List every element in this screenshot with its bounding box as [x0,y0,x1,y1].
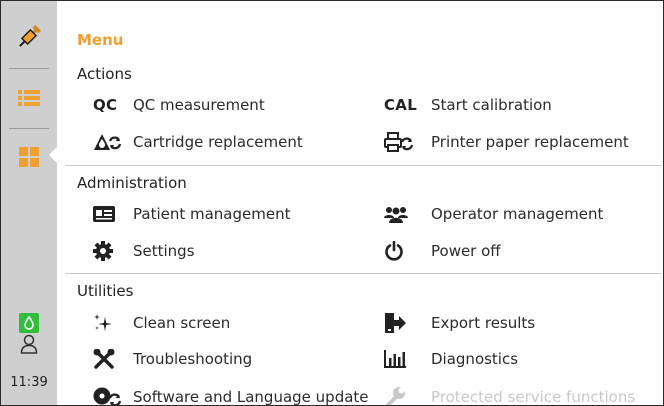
qc-measurement-button[interactable]: QC QC measurement [93,93,265,117]
sidebar-divider [9,68,49,69]
software-language-update-label: Software and Language update [133,388,369,406]
cal-icon: CAL [384,96,418,114]
users-icon [384,205,431,223]
protected-service-functions-label: Protected service functions [431,388,636,406]
start-calibration-button[interactable]: CAL Start calibration [384,93,552,117]
protected-service-functions-button: Protected service functions [384,385,636,406]
start-calibration-label: Start calibration [431,96,552,114]
operator-management-label: Operator management [431,205,604,223]
operator-management-button[interactable]: Operator management [384,202,603,226]
printer-replace-icon [384,132,431,152]
power-icon [384,241,431,261]
export-results-button[interactable]: Export results [384,311,535,335]
diagnostics-label: Diagnostics [431,350,519,368]
troubleshooting-label: Troubleshooting [133,350,253,368]
section-administration: Administration [77,174,187,192]
printer-paper-replacement-button[interactable]: Printer paper replacement [384,130,629,154]
section-divider [65,273,661,274]
power-off-label: Power off [431,242,501,260]
export-results-label: Export results [431,314,536,332]
section-divider [65,165,661,166]
qc-icon: QC [93,96,118,114]
software-language-update-button[interactable]: Software and Language update [93,385,369,406]
clock: 11:39 [10,375,48,390]
settings-button[interactable]: Settings [93,239,195,263]
syringe-icon[interactable] [1,19,57,55]
power-off-button[interactable]: Power off [384,239,501,263]
export-icon [384,313,431,333]
sparkle-icon [93,313,133,333]
patient-management-button[interactable]: Patient management [93,202,290,226]
cartridge-replace-icon [93,132,133,152]
tools-icon [93,349,133,369]
clean-screen-button[interactable]: Clean screen [93,311,230,335]
disc-update-icon [93,386,133,405]
page-title: Menu [77,31,124,49]
user-icon[interactable] [1,331,57,357]
sidebar: 11:39 [1,1,59,405]
id-card-icon [93,206,133,222]
cartridge-replacement-label: Cartridge replacement [133,133,303,151]
clean-screen-label: Clean screen [133,314,231,332]
active-indicator [49,145,59,165]
troubleshooting-button[interactable]: Troubleshooting [93,347,252,371]
section-actions: Actions [77,65,132,83]
sidebar-divider [9,128,49,129]
list-icon[interactable] [1,85,57,111]
bar-chart-icon [384,350,431,368]
wrench-icon [384,386,431,405]
patient-management-label: Patient management [133,205,291,223]
diagnostics-button[interactable]: Diagnostics [384,347,518,371]
qc-measurement-label: QC measurement [133,96,265,114]
printer-paper-replacement-label: Printer paper replacement [431,133,629,151]
settings-label: Settings [133,242,195,260]
gear-icon [93,241,133,261]
cartridge-replacement-button[interactable]: Cartridge replacement [93,130,303,154]
app-frame: 11:39 Menu Actions QC QC measurement CAL… [0,0,664,406]
section-utilities: Utilities [77,282,134,300]
